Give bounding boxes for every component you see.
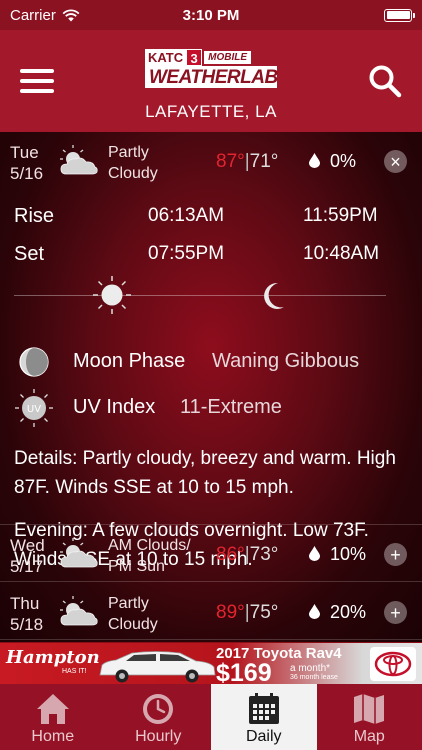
- ad-lease-terms: 36 month lease: [290, 674, 338, 681]
- ad-dealer-tagline: HAS IT!: [62, 668, 87, 675]
- low-temp: 71°: [249, 151, 279, 172]
- condition-label: AM Clouds/PM Sun: [108, 537, 191, 575]
- ad-banner[interactable]: Hampton HAS IT! 2017 Toyota Rav4 $169 a …: [0, 642, 422, 684]
- location-label[interactable]: LAFAYETTE, LA: [0, 102, 422, 122]
- menu-icon: [20, 69, 54, 73]
- uv-index-row: UV UV Index 11-Extreme: [14, 388, 282, 428]
- app-logo: KATC 3 MOBILE WEATHERLAB: [145, 48, 279, 88]
- day-row-tue[interactable]: Tue 5/16 Partly Cloudy 87°|71° 0% ×: [0, 132, 422, 192]
- temperature-range: 89°|75°: [216, 602, 279, 623]
- moon-icon: [264, 282, 284, 309]
- horizon-divider: [14, 295, 386, 296]
- tab-label: Home: [31, 728, 75, 745]
- raindrop-icon: [309, 153, 320, 168]
- carrier-label: Carrier: [10, 6, 56, 24]
- uv-sun-icon: UV: [15, 389, 53, 427]
- ad-dealer-name: Hampton: [6, 647, 100, 668]
- tab-label: Daily: [245, 728, 282, 745]
- moon-phase-row: Moon Phase Waning Gibbous: [18, 345, 359, 379]
- tab-hourly[interactable]: Hourly: [106, 684, 212, 750]
- ad-per-month: a month*: [290, 663, 331, 674]
- partly-cloudy-icon: [60, 596, 98, 626]
- rise-label: Rise: [14, 205, 55, 227]
- menu-button[interactable]: [20, 69, 54, 93]
- logo-station: KATC: [145, 48, 187, 66]
- expand-button[interactable]: +: [384, 543, 407, 566]
- tab-home[interactable]: Home: [0, 684, 106, 750]
- partly-cloudy-icon: [60, 145, 98, 175]
- ad-price: $169: [216, 659, 272, 684]
- precip-chance: 10%: [330, 544, 367, 564]
- logo-main: WEATHERLAB: [145, 66, 278, 88]
- logo-number: 3: [186, 48, 203, 66]
- moonrise-time: 11:59PM: [303, 205, 378, 226]
- moon-phase-value: Waning Gibbous: [212, 350, 360, 372]
- toyota-logo-icon: [370, 647, 416, 681]
- raindrop-icon: [309, 604, 320, 619]
- daily-forecast-list[interactable]: Tue 5/16 Partly Cloudy 87°|71° 0% × Rise S…: [0, 132, 422, 642]
- car-image: [99, 651, 216, 683]
- home-icon: [36, 694, 69, 724]
- tab-daily[interactable]: Daily: [211, 684, 317, 750]
- high-temp: 87°: [216, 151, 245, 172]
- collapse-button[interactable]: ×: [384, 150, 407, 173]
- app-header: KATC 3 MOBILE WEATHERLAB LAFAYETTE, LA: [0, 30, 422, 132]
- svg-text:UV: UV: [27, 404, 41, 415]
- moon-phase-icon: [19, 347, 49, 377]
- low-temp: 73°: [249, 544, 279, 565]
- sunrise-time: 06:13AM: [148, 205, 225, 226]
- search-icon[interactable]: [368, 64, 402, 98]
- logo-mobile: MOBILE: [204, 50, 252, 64]
- tab-bar: Home Hourly Daily Map: [0, 684, 422, 750]
- partly-cloudy-icon: [60, 538, 98, 568]
- uv-index-value: 11-Extreme: [180, 396, 282, 418]
- wifi-icon: [62, 9, 80, 21]
- map-icon: [354, 694, 385, 724]
- sunset-time: 07:55PM: [148, 243, 225, 264]
- clock-icon: [143, 694, 174, 724]
- expand-button[interactable]: +: [384, 601, 407, 624]
- condition-label: Partly Cloudy: [108, 595, 158, 633]
- high-temp: 89°: [216, 602, 245, 623]
- high-temp: 86°: [216, 544, 245, 565]
- moonset-time: 10:48AM: [303, 243, 380, 264]
- precip-chance: 20%: [330, 602, 367, 622]
- raindrop-icon: [309, 546, 320, 561]
- day-row-thu[interactable]: Thu 5/18 Partly Cloudy 89°|75° 20% +: [0, 583, 422, 640]
- status-left: Carrier: [10, 7, 80, 24]
- temperature-range: 86°|73°: [216, 544, 279, 565]
- battery-icon: [384, 8, 415, 22]
- precip-chance: 0%: [330, 151, 357, 171]
- day-date: Wed 5/17: [10, 536, 45, 576]
- moon-phase-label: Moon Phase: [73, 350, 186, 372]
- details-text: Details: Partly cloudy, breezy and warm.…: [14, 448, 396, 498]
- temperature-range: 87°|71°: [216, 151, 279, 172]
- sun-horizon-icon: [93, 276, 131, 314]
- day-detail-panel: Rise Set 06:13AM 07:55PM 11:59PM 10:48AM…: [0, 192, 422, 570]
- low-temp: 75°: [249, 602, 279, 623]
- day-row-wed[interactable]: Wed 5/17 AM Clouds/PM Sun 86°|73° 10% +: [0, 525, 422, 582]
- condition-label: Partly Cloudy: [108, 144, 158, 182]
- uv-index-label: UV Index: [73, 396, 156, 418]
- tab-label: Hourly: [135, 728, 182, 745]
- day-date: Tue 5/16: [10, 143, 44, 183]
- day-date: Thu 5/18: [10, 594, 44, 634]
- calendar-icon: [248, 693, 279, 724]
- set-label: Set: [14, 243, 45, 265]
- status-bar: Carrier 3:10 PM: [0, 0, 422, 30]
- tab-label: Map: [353, 728, 385, 745]
- tab-map[interactable]: Map: [317, 684, 422, 750]
